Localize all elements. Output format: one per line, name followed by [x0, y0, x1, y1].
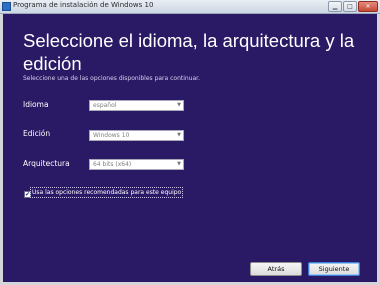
- edition-select-value: Windows 10: [93, 132, 130, 139]
- chevron-down-icon: ▼: [177, 102, 181, 108]
- language-select-value: español: [93, 102, 117, 109]
- title-bar: Programa de instalación de Windows 10 ▁ …: [0, 0, 380, 14]
- edition-label: Edición: [23, 129, 51, 138]
- recommended-options-checkbox[interactable]: ✔: [24, 191, 31, 198]
- language-select[interactable]: español ▼: [89, 100, 184, 111]
- setup-panel: Seleccione el idioma, la arquitectura y …: [3, 14, 377, 282]
- back-button[interactable]: Atrás: [250, 262, 302, 276]
- next-button[interactable]: Siguiente: [308, 262, 360, 276]
- edition-select[interactable]: Windows 10 ▼: [89, 130, 184, 141]
- recommended-options-label[interactable]: Usa las opciones recomendadas para este …: [29, 187, 184, 198]
- maximize-button[interactable]: □: [343, 1, 357, 12]
- close-button[interactable]: ✕: [358, 1, 378, 12]
- architecture-label: Arquitectura: [23, 159, 70, 168]
- minimize-button[interactable]: ▁: [328, 1, 342, 12]
- chevron-down-icon: ▼: [177, 161, 181, 167]
- window-controls: ▁ □ ✕: [328, 1, 378, 12]
- page-title: Seleccione el idioma, la arquitectura y …: [23, 30, 355, 74]
- setup-app-icon: [2, 2, 11, 11]
- page-subtitle: Seleccione una de las opciones disponibl…: [23, 75, 200, 82]
- architecture-select[interactable]: 64 bits (x64) ▼: [89, 159, 184, 170]
- language-label: Idioma: [23, 100, 49, 109]
- window-title: Programa de instalación de Windows 10: [13, 1, 154, 9]
- architecture-select-value: 64 bits (x64): [93, 161, 132, 168]
- chevron-down-icon: ▼: [177, 132, 181, 138]
